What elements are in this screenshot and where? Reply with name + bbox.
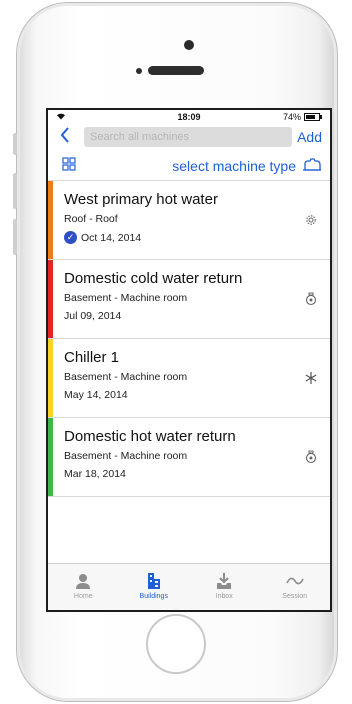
select-machine-type-button[interactable]: select machine type	[172, 158, 296, 174]
buildings-icon	[147, 573, 160, 589]
front-camera	[184, 40, 194, 50]
grid-icon[interactable]	[62, 157, 76, 171]
machine-date-text: Oct 14, 2014	[81, 231, 142, 244]
machine-date-text: Jul 09, 2014	[64, 310, 122, 322]
tab-home[interactable]: Home	[48, 564, 119, 610]
machine-location: Basement - Machine room	[64, 450, 188, 462]
machine-type-bar: select machine type	[48, 150, 330, 181]
machine-date: Jul 09, 2014	[64, 310, 121, 322]
home-button[interactable]	[146, 614, 206, 674]
status-color-strip	[48, 418, 53, 496]
machine-name: West primary hot water	[64, 191, 218, 208]
battery-indicator: 74%	[282, 112, 322, 122]
machine-date-text: May 14, 2014	[64, 389, 128, 401]
volume-up-button	[13, 173, 17, 209]
pump-icon	[305, 450, 317, 464]
earpiece-speaker	[148, 66, 204, 75]
machine-location: Basement - Machine room	[64, 371, 188, 383]
checkmark-icon: ✓	[64, 231, 77, 244]
tab-label: Inbox	[215, 593, 233, 600]
machine-row-2[interactable]: Domestic cold water return Basement - Ma…	[48, 260, 330, 339]
add-button[interactable]: Add	[297, 129, 322, 145]
machine-name: Domestic cold water return	[64, 270, 243, 287]
status-bar: 18:09 74%	[48, 110, 330, 124]
mute-switch	[13, 133, 17, 155]
machine-outline-icon[interactable]	[302, 157, 322, 173]
machine-row-4[interactable]: Domestic hot water return Basement - Mac…	[48, 418, 330, 497]
tab-label: Buildings	[139, 593, 168, 600]
nav-bar: Add	[48, 124, 330, 150]
machine-row-1[interactable]: West primary hot water Roof - Roof ✓ Oct…	[48, 181, 330, 260]
tab-label: Home	[73, 593, 93, 600]
machine-name: Chiller 1	[64, 349, 120, 366]
battery-icon	[304, 113, 322, 121]
machine-list: West primary hot water Roof - Roof ✓ Oct…	[48, 181, 330, 497]
tab-label: Session	[282, 593, 308, 600]
machine-location: Roof - Roof	[64, 213, 118, 225]
wave-icon	[286, 577, 304, 585]
machine-date: May 14, 2014	[64, 389, 128, 401]
pump-icon	[305, 292, 317, 306]
status-color-strip	[48, 260, 53, 338]
status-color-strip	[48, 339, 53, 417]
proximity-sensor	[136, 68, 142, 74]
machine-date: Mar 18, 2014	[64, 468, 126, 480]
gear-icon	[306, 215, 316, 225]
battery-percent: 74%	[282, 112, 301, 122]
machine-date-text: Mar 18, 2014	[64, 468, 126, 480]
chevron-left-icon	[60, 127, 69, 143]
inbox-icon	[217, 573, 232, 589]
machine-name: Domestic hot water return	[64, 428, 236, 445]
status-color-strip	[48, 181, 53, 259]
tab-buildings[interactable]: Buildings	[119, 564, 190, 610]
back-button[interactable]	[60, 127, 70, 146]
machine-location: Basement - Machine room	[64, 292, 188, 304]
search-input[interactable]	[84, 127, 292, 147]
volume-down-button	[13, 219, 17, 255]
app-screen: 18:09 74% Add select machine type West p…	[46, 108, 332, 612]
machine-date: ✓ Oct 14, 2014	[64, 231, 141, 244]
tab-bar: Home Buildings Inbox Session	[48, 563, 330, 610]
tab-inbox[interactable]: Inbox	[189, 564, 260, 610]
person-icon	[76, 574, 91, 589]
tab-session[interactable]: Session	[260, 564, 331, 610]
machine-row-3[interactable]: Chiller 1 Basement - Machine room May 14…	[48, 339, 330, 418]
snowflake-icon	[305, 372, 317, 384]
